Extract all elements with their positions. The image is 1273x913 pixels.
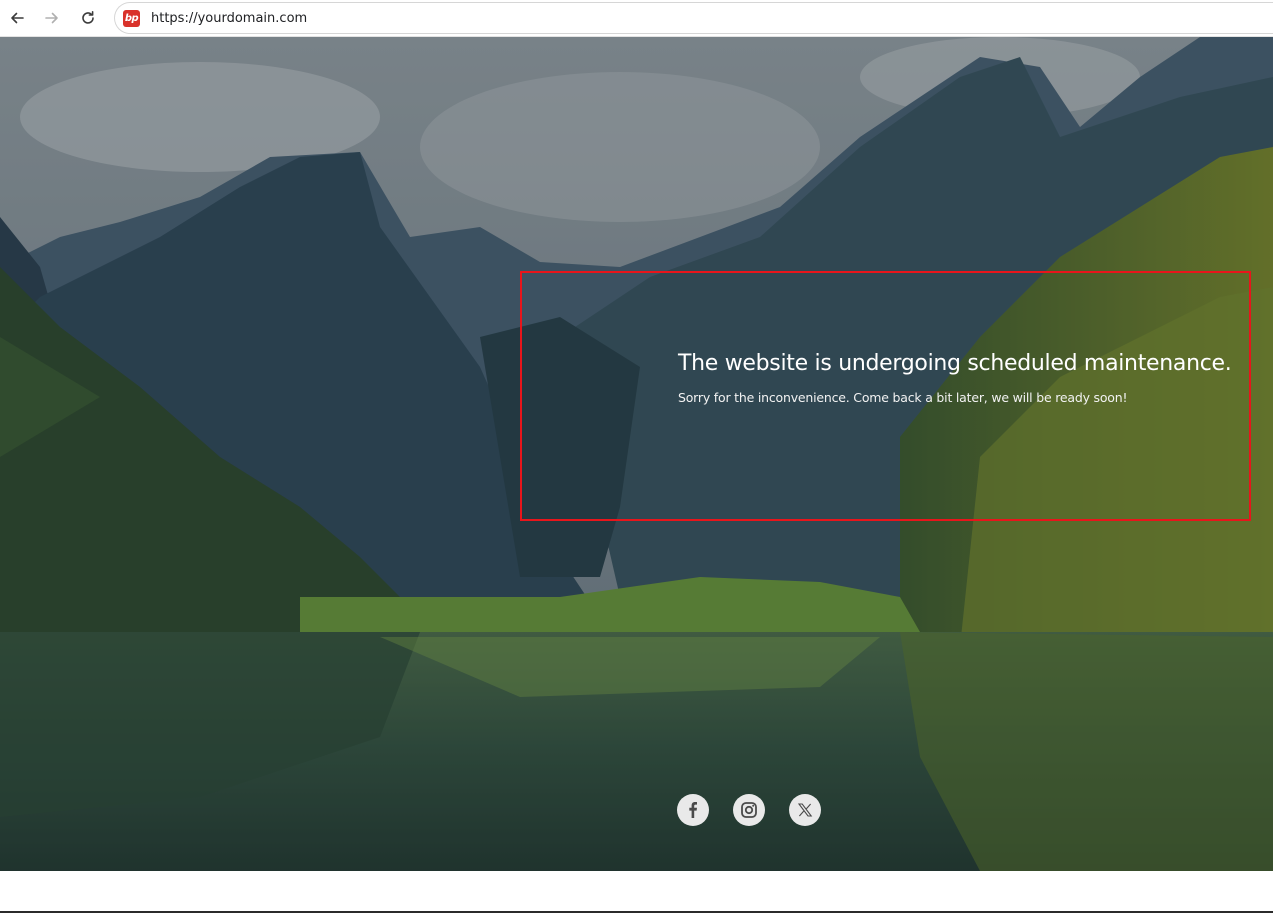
instagram-link[interactable] xyxy=(733,794,765,826)
back-button[interactable] xyxy=(5,6,29,30)
forward-button[interactable] xyxy=(40,6,64,30)
hero-background: The website is undergoing scheduled main… xyxy=(0,37,1273,871)
instagram-icon xyxy=(741,802,757,818)
site-favicon-icon: bp xyxy=(123,10,140,27)
facebook-icon xyxy=(689,802,697,818)
facebook-link[interactable] xyxy=(677,794,709,826)
maintenance-subtext: Sorry for the inconvenience. Come back a… xyxy=(678,390,1128,405)
arrow-right-icon xyxy=(45,12,58,24)
x-link[interactable] xyxy=(789,794,821,826)
address-bar[interactable]: bp https://yourdomain.com xyxy=(114,2,1273,34)
browser-toolbar: bp https://yourdomain.com xyxy=(0,0,1273,37)
page-footer-strip xyxy=(0,871,1273,911)
hero-dim-overlay xyxy=(0,37,1273,871)
maintenance-heading: The website is undergoing scheduled main… xyxy=(678,351,1232,376)
arrow-left-icon xyxy=(11,12,24,24)
reload-icon xyxy=(82,11,94,24)
social-links xyxy=(677,794,821,826)
x-icon xyxy=(797,803,813,817)
maintenance-message: The website is undergoing scheduled main… xyxy=(678,349,1258,407)
url-text[interactable]: https://yourdomain.com xyxy=(151,10,307,27)
reload-button[interactable] xyxy=(76,6,100,30)
